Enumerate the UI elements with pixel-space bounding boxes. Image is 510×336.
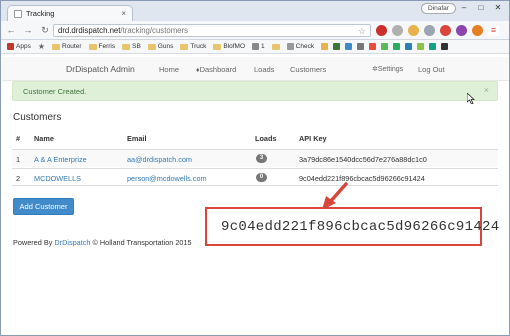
extension-icon[interactable]	[424, 25, 435, 36]
bookmark-sb[interactable]: SB	[122, 43, 141, 50]
folder-icon	[271, 43, 280, 50]
page-icon	[14, 9, 22, 18]
site-icon[interactable]	[417, 43, 425, 50]
bookmark-1[interactable]: 1	[252, 43, 265, 50]
row-number: 1	[16, 155, 21, 164]
site-icon[interactable]	[321, 43, 329, 50]
address-bar[interactable]: drd.drdispatch.net/tracking/customers ☆	[53, 24, 371, 37]
extension-icon[interactable]	[376, 25, 387, 36]
site-icon[interactable]	[369, 43, 377, 50]
nav-dashboard[interactable]: ♦Dashboard	[196, 65, 236, 74]
mouse-cursor-icon	[467, 93, 475, 104]
bookmark-folder[interactable]	[271, 43, 280, 50]
row-number: 2	[16, 174, 21, 183]
site-icon[interactable]	[441, 43, 449, 50]
star-icon: ★	[37, 42, 45, 51]
success-alert: Customer Created. ×	[12, 81, 498, 101]
maximize-icon[interactable]: □	[473, 3, 489, 13]
adblock-icon[interactable]	[440, 25, 451, 36]
bookmark-icons	[321, 43, 449, 50]
api-key: 3a79dc86e1540dcc56d7e276a88dc1c0	[299, 155, 427, 164]
extension-icon[interactable]	[392, 25, 403, 36]
bookmark-star-icon[interactable]: ☆	[358, 25, 366, 37]
column-header-name: Name	[34, 134, 54, 143]
site-icon[interactable]	[429, 43, 437, 50]
customer-name-link[interactable]: A & A Enterprize	[34, 155, 87, 164]
column-header-email: Email	[127, 134, 147, 143]
menu-icon[interactable]: ≡	[488, 25, 499, 36]
bookmarks-bar: Apps ★ Router Ferris SB Guns Truck BlofM…	[1, 40, 509, 54]
extension-icon[interactable]	[456, 25, 467, 36]
site-icon[interactable]	[333, 43, 341, 50]
extension-icon[interactable]	[408, 25, 419, 36]
loads-badge: 3	[256, 154, 267, 163]
table-row: 2 MCDOWELLS person@mcdowells.com 0 9c04e…	[12, 168, 498, 186]
page-footer: Powered By DrDispatch © Holland Transpor…	[13, 238, 192, 247]
app-navbar: DrDispatch Admin Home ♦Dashboard Loads C…	[2, 57, 509, 81]
bookmark-star[interactable]: ★	[38, 42, 45, 51]
browser-window: Tracking × Dinafar – □ ✕ ← → ↻ drd.drdis…	[0, 0, 510, 336]
site-icon[interactable]	[381, 43, 389, 50]
footer-suffix: © Holland Transportation 2015	[90, 238, 192, 247]
site-icon	[286, 43, 294, 50]
bookmark-guns[interactable]: Guns	[147, 43, 173, 50]
tab-strip: Tracking × Dinafar – □ ✕	[1, 1, 509, 21]
site-icon	[252, 43, 260, 50]
column-header-number: #	[16, 134, 21, 143]
minimize-icon[interactable]: –	[456, 3, 472, 13]
reload-icon[interactable]: ↻	[38, 23, 52, 37]
window-close-icon[interactable]: ✕	[490, 3, 506, 13]
table-row: 1 A & A Enterprize aa@drdispatch.com 3 3…	[12, 149, 498, 167]
folder-icon	[88, 43, 97, 50]
customer-email-link[interactable]: person@mcdowells.com	[127, 174, 207, 183]
nav-logout[interactable]: Log Out	[418, 65, 445, 74]
apps-icon	[7, 43, 14, 50]
extension-icon[interactable]	[472, 25, 483, 36]
folder-icon	[213, 43, 222, 50]
alert-message: Customer Created.	[23, 87, 87, 96]
bookmark-apps[interactable]: Apps	[7, 43, 31, 50]
nav-home[interactable]: Home	[159, 65, 179, 74]
page-title: Customers	[13, 112, 62, 123]
site-icon[interactable]	[345, 43, 353, 50]
api-key-callout: 9c04edd221f896cbcac5d96266c91424	[205, 207, 499, 246]
tab-close-icon[interactable]: ×	[121, 9, 126, 18]
site-icon[interactable]	[393, 43, 401, 50]
browser-toolbar: ← → ↻ drd.drdispatch.net/tracking/custom…	[1, 21, 509, 40]
site-icon[interactable]	[405, 43, 413, 50]
brand-link[interactable]: DrDispatch Admin	[66, 64, 135, 74]
url-host: drd.drdispatch.net	[58, 26, 121, 35]
browser-tab[interactable]: Tracking ×	[7, 5, 133, 21]
add-customer-button[interactable]: Add Customer	[13, 198, 74, 215]
bookmark-ferris[interactable]: Ferris	[88, 43, 115, 50]
footer-link[interactable]: DrDispatch	[54, 238, 90, 247]
site-icon[interactable]	[357, 43, 365, 50]
bookmark-blofmo[interactable]: BlofMO	[213, 43, 245, 50]
loads-badge: 0	[256, 173, 267, 182]
nav-customers[interactable]: Customers	[290, 65, 326, 74]
column-header-loads: Loads	[255, 134, 277, 143]
customer-name-link[interactable]: MCDOWELLS	[34, 174, 81, 183]
column-header-api-key: API Key	[299, 134, 327, 143]
url-path: /tracking/customers	[120, 26, 189, 35]
folder-icon	[180, 43, 189, 50]
bookmark-truck[interactable]: Truck	[180, 43, 206, 50]
callout-api-key: 9c04edd221f896cbcac5d96266c91424	[221, 219, 500, 235]
back-icon[interactable]: ←	[4, 23, 18, 37]
bookmark-router[interactable]: Router	[52, 43, 82, 50]
tab-title: Tracking	[26, 9, 55, 18]
nav-loads[interactable]: Loads	[254, 65, 274, 74]
folder-icon	[52, 43, 60, 50]
nav-settings[interactable]: ✲Settings	[372, 65, 403, 73]
customer-email-link[interactable]: aa@drdispatch.com	[127, 155, 192, 164]
folder-icon	[122, 43, 131, 50]
profile-button[interactable]: Dinafar	[421, 3, 456, 14]
footer-prefix: Powered By	[13, 238, 55, 247]
forward-icon[interactable]: →	[21, 23, 35, 37]
folder-icon	[147, 43, 156, 50]
bookmark-check[interactable]: Check	[286, 43, 314, 50]
alert-close-icon[interactable]: ×	[484, 85, 489, 95]
